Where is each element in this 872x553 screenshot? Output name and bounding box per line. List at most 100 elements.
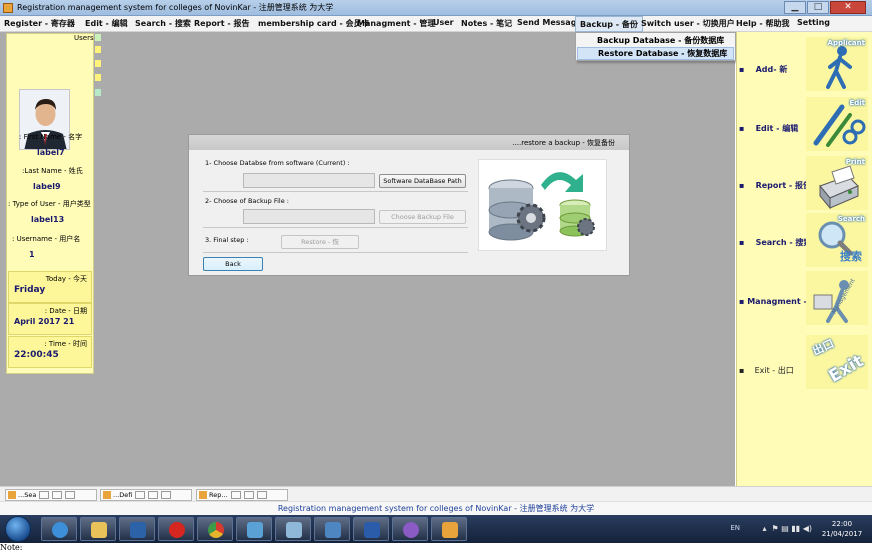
menu-edit[interactable]: Edit - 编辑 <box>85 18 128 29</box>
time-label: : Time - 时间 <box>44 340 87 348</box>
chrome-icon[interactable] <box>197 517 233 541</box>
search-label-text: Search - 搜索 <box>755 238 812 247</box>
menu-membership-card[interactable]: membership card - 会员卡 <box>258 18 370 29</box>
start-button[interactable] <box>5 516 31 542</box>
minimize-button[interactable]: ▁ <box>784 1 806 14</box>
restore-button[interactable]: Restore - 恢 <box>281 235 359 249</box>
infinity-app-icon[interactable] <box>392 517 428 541</box>
username-value: 1 <box>29 250 35 259</box>
language-indicator[interactable]: EN <box>730 524 740 532</box>
time-value: 22:00:45 <box>14 350 59 360</box>
maximize-icon[interactable] <box>148 491 159 499</box>
close-icon[interactable] <box>65 491 76 499</box>
exit-icon[interactable]: 出口 Exit <box>806 335 868 389</box>
software-database-path-button[interactable]: Software DataBase Path <box>379 174 466 188</box>
photo-viewer-icon[interactable] <box>275 517 311 541</box>
exit-shortcut-label[interactable]: ▪ Exit - 出口 <box>739 365 794 376</box>
maximize-button[interactable]: □ <box>807 1 829 14</box>
step2-label: 2- Choose of Backup File : <box>205 197 289 205</box>
edit-icon[interactable]: Edit <box>806 97 868 151</box>
applicant-icon[interactable]: Applicant <box>806 37 868 91</box>
clock[interactable]: 22:00 21/04/2017 <box>820 519 864 539</box>
menu-help[interactable]: Help - 帮助我 <box>736 18 789 29</box>
menu-report[interactable]: Report - 报告 <box>194 18 249 29</box>
explorer-icon[interactable] <box>80 517 116 541</box>
add-shortcut-label[interactable]: ▪ Add- 新 <box>739 64 787 75</box>
close-icon[interactable] <box>256 491 267 499</box>
first-name-label: : First Name - 名字 <box>19 133 83 141</box>
window-icon <box>103 491 111 499</box>
exit-label-text: Exit - 出口 <box>754 366 794 375</box>
tray-icons[interactable]: ▴ ⚑ ▤ ▮▮ ◀) <box>762 524 812 533</box>
restore-icon[interactable] <box>135 491 146 499</box>
status-bar: Registration management system for colle… <box>0 501 872 515</box>
maximize-icon[interactable] <box>52 491 63 499</box>
menu-setting[interactable]: Setting <box>797 18 830 27</box>
status-indicator <box>95 34 101 41</box>
edit-label-text: Edit - 编辑 <box>755 124 799 133</box>
restore-database-icon <box>478 159 607 251</box>
date-label: : Date - 日期 <box>44 307 87 315</box>
menu-send-message[interactable]: Send Message <box>517 18 582 27</box>
close-button[interactable]: ✕ <box>830 1 866 14</box>
window-icon <box>199 491 207 499</box>
close-icon[interactable] <box>161 491 172 499</box>
media-player-icon[interactable] <box>119 517 155 541</box>
back-button[interactable]: Back <box>203 257 263 271</box>
backup-database-item[interactable]: Backup Database - 备份数据库 <box>577 34 734 47</box>
user-type-value: label13 <box>31 215 65 224</box>
search-icon[interactable]: Search 搜索 <box>806 213 868 267</box>
word-icon[interactable] <box>353 517 389 541</box>
users-label: Users <box>74 34 94 42</box>
user-type-label: : Type of User - 用户类型 <box>8 200 91 208</box>
minimized-window-tab[interactable]: Rep... <box>196 489 288 501</box>
window-controls: ▁ □ ✕ <box>784 1 866 14</box>
step1-label: 1- Choose Databse from software (Current… <box>205 159 350 167</box>
tab-label: ...Defi <box>113 491 133 499</box>
menu-bar: Register - 寄存器 Edit - 编辑 Search - 搜索 Rep… <box>0 16 872 32</box>
print-icon[interactable]: Print <box>806 156 868 210</box>
choose-backup-file-button[interactable]: Choose Backup File <box>379 210 466 224</box>
restore-database-item[interactable]: Restore Database - 恢复数据库 <box>577 47 734 60</box>
time-box: : Time - 时间 22:00:45 <box>8 336 92 368</box>
last-name-label: :Last Name - 姓氏 <box>22 167 83 175</box>
search-shortcut-label[interactable]: ▪ Search - 搜索 <box>739 237 811 248</box>
current-database-path-field[interactable] <box>243 173 375 188</box>
tab-label: Rep... <box>209 491 228 499</box>
edit-shortcut-label[interactable]: ▪ Edit - 编辑 <box>739 123 798 134</box>
management-icon[interactable]: Management <box>806 271 868 325</box>
search-icon-text: Search <box>837 215 865 223</box>
restore-icon[interactable] <box>230 491 241 499</box>
menu-register[interactable]: Register - 寄存器 <box>4 18 75 29</box>
status-indicator <box>95 89 101 96</box>
restore-icon[interactable] <box>39 491 50 499</box>
exit-icon-text: 出口 <box>810 336 836 358</box>
report-shortcut-label[interactable]: ▪ Report - 报告 <box>739 180 811 191</box>
app-icon[interactable] <box>431 517 467 541</box>
backup-file-path-field[interactable] <box>243 209 375 224</box>
today-box: Today - 今天 Friday <box>8 271 92 303</box>
menu-search[interactable]: Search - 搜索 <box>135 18 191 29</box>
minimized-window-tab[interactable]: ...Sea <box>5 489 97 501</box>
paint-icon[interactable] <box>236 517 272 541</box>
menu-notes[interactable]: Notes - 笔记 <box>461 18 512 29</box>
clock-date: 21/04/2017 <box>821 530 863 538</box>
title-bar: Registration management system for colle… <box>0 0 872 16</box>
menu-managment[interactable]: Managment - 管理 <box>357 18 435 29</box>
last-name-value: label9 <box>33 182 61 191</box>
maximize-icon[interactable] <box>243 491 254 499</box>
minimized-window-tab[interactable]: ...Defi <box>100 489 192 501</box>
menu-backup[interactable]: Backup - 备份 <box>575 16 643 32</box>
username-label: : Username - 用户名 <box>12 235 81 243</box>
menu-user[interactable]: User <box>433 18 454 27</box>
today-label: Today - 今天 <box>45 275 87 283</box>
ie-icon[interactable] <box>41 517 77 541</box>
menu-switch-user[interactable]: Switch user - 切换用户 <box>641 18 735 29</box>
dialog-title-bar: ....restore a backup - 恢复备份 <box>189 135 629 150</box>
tab-label: ...Sea <box>18 491 37 499</box>
minimized-windows-bar: ...Sea ...Defi Rep... <box>0 486 872 501</box>
date-box: : Date - 日期 April 2017 21 <box>8 303 92 335</box>
opera-icon[interactable] <box>158 517 194 541</box>
today-value: Friday <box>14 285 46 295</box>
shortcut-icon[interactable] <box>314 517 350 541</box>
